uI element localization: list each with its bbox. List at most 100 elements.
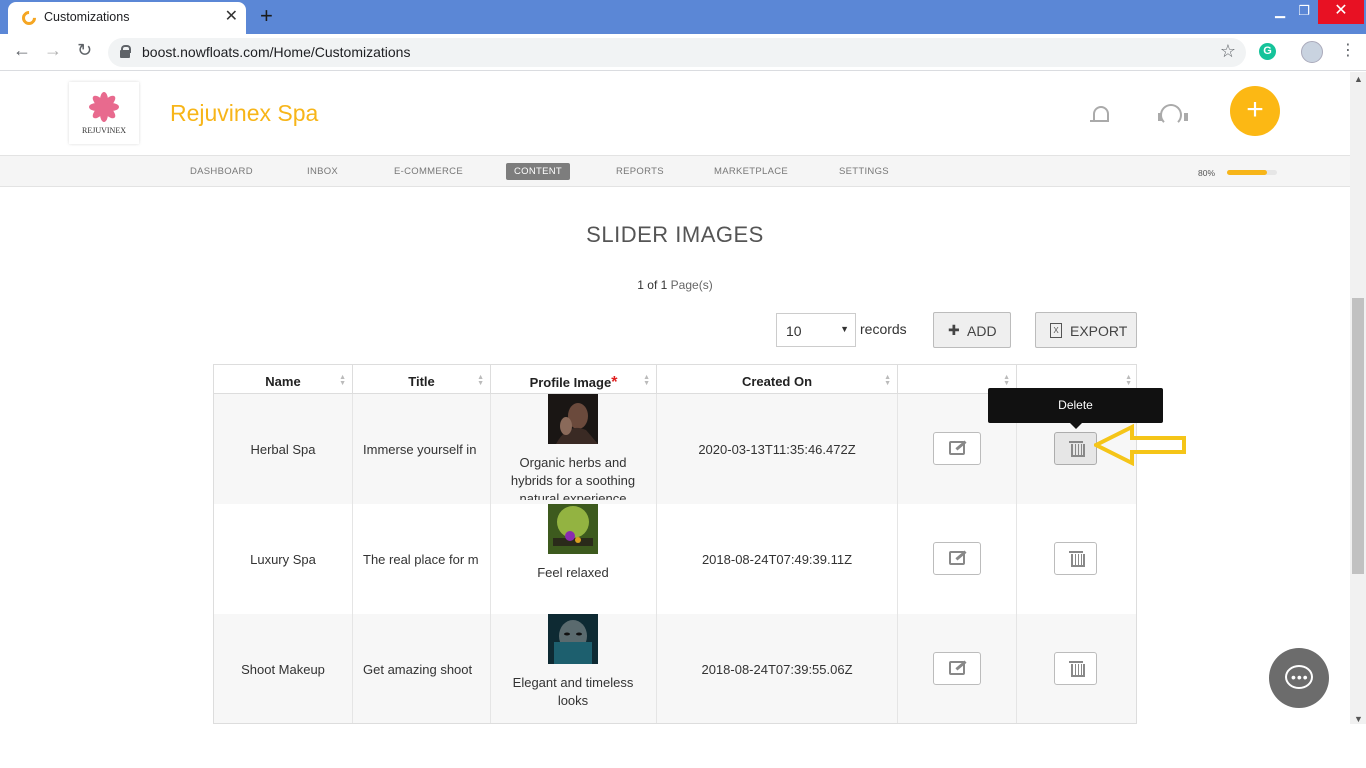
profile-completion-bar xyxy=(1227,170,1277,175)
nav-item-dashboard[interactable]: DASHBOARD xyxy=(190,166,253,177)
trash-icon xyxy=(1069,441,1085,457)
window-bottom xyxy=(0,724,1366,768)
cell-title: Get amazing shoot xyxy=(353,614,491,723)
nav-item-inbox[interactable]: INBOX xyxy=(307,166,338,177)
required-mark: * xyxy=(611,374,618,391)
export-button[interactable]: X EXPORT xyxy=(1035,312,1137,348)
site-header: REJUVINEX Rejuvinex Spa + xyxy=(0,72,1350,155)
cell-edit xyxy=(898,614,1017,723)
restore-button[interactable]: ❐ xyxy=(1286,0,1322,24)
nav-item-settings[interactable]: SETTINGS xyxy=(839,166,889,177)
create-button[interactable]: + xyxy=(1230,86,1280,136)
profile-image-thumbnail[interactable] xyxy=(548,614,598,664)
nav-item-marketplace[interactable]: MARKETPLACE xyxy=(714,166,788,177)
sort-icon: ▲ ▼ xyxy=(1125,374,1132,387)
grammarly-extension-icon[interactable]: G xyxy=(1259,43,1276,60)
forward-arrow-icon[interactable]: → xyxy=(44,40,62,61)
add-button-label: ADD xyxy=(967,323,997,339)
new-tab-button[interactable]: + xyxy=(260,3,273,29)
browser-titlebar: Customizations ✕ + ▁ ❐ ✕ xyxy=(0,0,1366,34)
profile-avatar[interactable] xyxy=(1301,41,1323,63)
browser-toolbar: ← → ↻ boost.nowfloats.com/Home/Customiza… xyxy=(0,34,1366,71)
delete-button[interactable] xyxy=(1054,652,1097,685)
edit-icon xyxy=(949,661,965,675)
business-name: Rejuvinex Spa xyxy=(170,100,319,126)
cell-profile-image: Feel relaxed xyxy=(491,504,657,614)
browser-tab[interactable]: Customizations ✕ xyxy=(8,2,246,34)
trash-icon xyxy=(1069,661,1085,677)
cell-title: The real place for m xyxy=(353,504,491,614)
page-scrollbar[interactable]: ▲ ▼ xyxy=(1350,72,1366,724)
image-caption: Feel relaxed xyxy=(537,565,609,580)
chat-widget-button[interactable]: ••• xyxy=(1269,648,1329,708)
column-header-name[interactable]: Name ▲ ▼ xyxy=(214,365,353,394)
add-button[interactable]: ✚ ADD xyxy=(933,312,1011,348)
sort-icon: ▲ ▼ xyxy=(477,374,484,387)
cell-name: Herbal Spa xyxy=(214,394,353,504)
cell-created-on: 2018-08-24T07:49:39.11Z xyxy=(657,504,898,614)
main-nav: DASHBOARD INBOX E-COMMERCE CONTENT REPOR… xyxy=(0,155,1350,187)
delete-button[interactable] xyxy=(1054,542,1097,575)
brand-logo[interactable]: REJUVINEX xyxy=(69,82,139,144)
reload-icon[interactable]: ↻ xyxy=(77,40,92,61)
annotation-arrow-icon xyxy=(1094,424,1186,466)
edit-button[interactable] xyxy=(933,652,981,685)
delete-tooltip: Delete xyxy=(988,388,1163,423)
column-header-created-on[interactable]: Created On ▲ ▼ xyxy=(657,365,898,394)
logo-text: REJUVINEX xyxy=(82,126,126,135)
address-bar[interactable]: boost.nowfloats.com/Home/Customizations … xyxy=(108,38,1246,67)
profile-completion-fill xyxy=(1227,170,1267,175)
scroll-up-arrow-icon[interactable]: ▲ xyxy=(1354,74,1363,84)
window-close-button[interactable]: ✕ xyxy=(1318,0,1364,24)
cell-delete xyxy=(1017,504,1136,614)
scroll-down-arrow-icon[interactable]: ▼ xyxy=(1354,714,1363,724)
browser-menu-icon[interactable]: ⋮ xyxy=(1340,40,1356,60)
headset-icon[interactable] xyxy=(1158,104,1188,126)
page-title: SLIDER IMAGES xyxy=(586,222,764,247)
image-caption: Elegant and timeless looks xyxy=(512,675,634,708)
sort-icon: ▲ ▼ xyxy=(643,374,650,387)
pagination-info: 1 of 1 Page(s) xyxy=(0,278,1350,292)
back-arrow-icon[interactable]: ← xyxy=(13,40,31,61)
chat-dots-icon: ••• xyxy=(1291,669,1309,685)
cell-profile-image: Elegant and timeless looks xyxy=(491,614,657,723)
site-favicon-icon xyxy=(19,8,39,28)
tooltip-arrow xyxy=(1070,423,1082,429)
scrollbar-thumb[interactable] xyxy=(1352,298,1364,574)
cell-name: Shoot Makeup xyxy=(214,614,353,723)
column-header-profile-image[interactable]: Profile Image* ▲ ▼ xyxy=(491,365,657,394)
cell-name: Luxury Spa xyxy=(214,504,353,614)
page-size-value: 10 xyxy=(786,323,802,339)
cell-profile-image: Organic herbs and hybrids for a soothing… xyxy=(491,394,657,504)
profile-image-thumbnail[interactable] xyxy=(548,394,598,444)
column-header-title[interactable]: Title ▲ ▼ xyxy=(353,365,491,394)
bookmark-star-icon[interactable]: ☆ xyxy=(1220,41,1236,62)
table-row: Shoot Makeup Get amazing shoot Elegant a… xyxy=(214,614,1136,723)
edit-button[interactable] xyxy=(933,542,981,575)
nav-item-reports[interactable]: REPORTS xyxy=(616,166,664,177)
page-content: REJUVINEX Rejuvinex Spa + DASHBOARD INBO… xyxy=(0,72,1350,724)
lotus-logo-icon xyxy=(89,92,119,122)
cell-created-on: 2018-08-24T07:39:55.06Z xyxy=(657,614,898,723)
nav-item-content[interactable]: CONTENT xyxy=(506,163,571,180)
sort-icon: ▲ ▼ xyxy=(884,374,891,387)
cell-delete xyxy=(1017,614,1136,723)
profile-image-thumbnail[interactable] xyxy=(548,504,598,554)
page-count: 1 of 1 xyxy=(637,278,668,292)
lock-icon xyxy=(120,45,131,58)
sort-icon: ▲ ▼ xyxy=(1003,374,1010,387)
nav-item-ecommerce[interactable]: E-COMMERCE xyxy=(394,166,463,177)
table-row: Luxury Spa The real place for m Feel rel… xyxy=(214,504,1136,614)
delete-button[interactable] xyxy=(1054,432,1097,465)
plus-icon: ✚ xyxy=(948,322,960,338)
page-size-select[interactable]: 10 ▼ xyxy=(776,313,856,347)
excel-file-icon: X xyxy=(1050,323,1062,338)
edit-icon xyxy=(949,551,965,565)
profile-completion-label: 80% xyxy=(1198,168,1216,178)
cell-edit xyxy=(898,504,1017,614)
caret-down-icon: ▼ xyxy=(840,324,849,334)
tab-close-icon[interactable]: ✕ xyxy=(225,6,238,26)
url-text[interactable]: boost.nowfloats.com/Home/Customizations xyxy=(142,44,410,60)
edit-button[interactable] xyxy=(933,432,981,465)
bell-icon[interactable] xyxy=(1090,104,1110,126)
